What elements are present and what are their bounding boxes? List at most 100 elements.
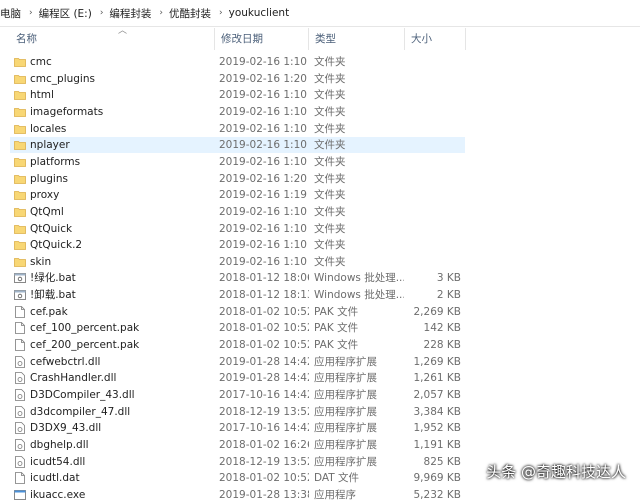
file-row[interactable]: plugins 2019-02-16 1:20 文件夹 bbox=[10, 171, 465, 187]
column-header-size[interactable]: 大小 bbox=[404, 28, 466, 50]
file-type: 文件夹 bbox=[314, 189, 346, 202]
file-row[interactable]: icudtl.dat 2018-01-02 10:52 DAT 文件 9,969 KB bbox=[10, 470, 465, 486]
sort-ascending-icon: ︿ bbox=[118, 26, 128, 36]
file-type: 文件夹 bbox=[314, 105, 346, 118]
file-size bbox=[404, 237, 461, 253]
file-icon bbox=[14, 472, 26, 485]
file-type: 应用程序扩展 bbox=[314, 389, 377, 401]
file-size: 228 KB bbox=[423, 339, 461, 352]
file-name: platforms bbox=[30, 155, 81, 168]
file-name: proxy bbox=[30, 189, 60, 202]
file-name: imageformats bbox=[30, 105, 104, 118]
column-header-name-label: 名称 bbox=[16, 33, 37, 45]
breadcrumb: 电脑 › 编程区 (E:) › 编程封装 › 优酷封装 › youkuclient bbox=[0, 0, 640, 27]
file-row[interactable]: skin 2019-02-16 1:10 文件夹 bbox=[10, 254, 465, 270]
file-row[interactable]: QtQuick 2019-02-16 1:10 文件夹 bbox=[10, 221, 465, 237]
file-date: 2019-02-16 1:10 bbox=[219, 105, 307, 118]
file-size: 3 KB bbox=[436, 272, 461, 285]
file-row[interactable]: QtQuick.2 2019-02-16 1:10 文件夹 bbox=[10, 237, 465, 253]
column-header-name[interactable]: 名称 ︿ bbox=[10, 26, 214, 50]
file-row[interactable]: D3DCompiler_43.dll 2017-10-16 14:42 应用程序扩展… bbox=[10, 387, 465, 403]
folder-icon bbox=[14, 189, 26, 201]
folder-icon bbox=[14, 239, 26, 251]
breadcrumb-item[interactable]: 编程封装 bbox=[109, 6, 153, 21]
file-name: plugins bbox=[30, 172, 68, 185]
watermark: 头条 @奇趣科技达人 bbox=[486, 463, 626, 481]
dll-file-icon bbox=[14, 422, 26, 435]
file-row[interactable]: !绿化.bat 2018-01-12 18:06 Windows 批处理... 3 K… bbox=[10, 270, 465, 286]
file-date: 2019-02-16 1:20 bbox=[219, 172, 307, 185]
file-name: cmc_plugins bbox=[30, 72, 95, 85]
file-type: 应用程序扩展 bbox=[314, 455, 377, 468]
breadcrumb-item[interactable]: 优酷封装 bbox=[169, 6, 213, 21]
file-date: 2018-01-02 10:52 bbox=[219, 305, 309, 318]
file-date: 2019-02-16 1:10 bbox=[219, 255, 307, 268]
folder-icon bbox=[14, 73, 26, 85]
file-row[interactable]: icudt54.dll 2018-12-19 13:52 应用程序扩展 825 KB bbox=[10, 454, 465, 470]
file-row[interactable]: platforms 2019-02-16 1:10 文件夹 bbox=[10, 154, 465, 170]
file-size: 2 KB bbox=[436, 289, 461, 302]
file-name: D3DX9_43.dll bbox=[30, 422, 102, 435]
breadcrumb-item[interactable]: 电脑 bbox=[0, 6, 23, 21]
file-size: 825 KB bbox=[423, 455, 461, 468]
file-name: ikuacc.exe bbox=[30, 488, 86, 501]
chevron-right-icon[interactable]: › bbox=[23, 8, 39, 18]
file-name: D3DCompiler_43.dll bbox=[30, 389, 135, 401]
file-row[interactable]: cmc_plugins 2019-02-16 1:20 文件夹 bbox=[10, 71, 465, 87]
file-row[interactable]: html 2019-02-16 1:10 文件夹 bbox=[10, 87, 465, 103]
file-row[interactable]: imageformats 2019-02-16 1:10 文件夹 bbox=[10, 104, 465, 120]
file-size bbox=[404, 154, 461, 170]
file-size bbox=[404, 87, 461, 103]
file-type: 文件夹 bbox=[314, 239, 346, 252]
file-name: CrashHandler.dll bbox=[30, 372, 117, 385]
column-header-type[interactable]: 类型 bbox=[308, 28, 404, 50]
column-header-row: 名称 ︿ 修改日期 类型 大小 bbox=[0, 26, 640, 50]
file-size bbox=[404, 254, 461, 270]
file-row[interactable]: cef.pak 2018-01-02 10:52 PAK 文件 2,269 KB bbox=[10, 304, 465, 320]
folder-icon bbox=[14, 223, 26, 235]
breadcrumb-item[interactable]: youkuclient bbox=[229, 7, 292, 19]
file-size bbox=[404, 121, 461, 137]
file-date: 2018-12-19 13:52 bbox=[219, 405, 309, 418]
file-type: PAK 文件 bbox=[314, 339, 359, 352]
file-row[interactable]: proxy 2019-02-16 1:19 文件夹 bbox=[10, 187, 465, 203]
file-row[interactable]: QtQml 2019-02-16 1:10 文件夹 bbox=[10, 204, 465, 220]
folder-icon bbox=[14, 156, 26, 168]
file-date: 2019-01-28 14:42 bbox=[219, 355, 309, 368]
file-date: 2018-01-02 10:52 bbox=[219, 322, 309, 335]
file-size: 142 KB bbox=[423, 322, 461, 335]
file-row[interactable]: cef_100_percent.pak 2018-01-02 10:52 PAK 文… bbox=[10, 320, 465, 336]
file-row[interactable]: cefwebctrl.dll 2019-01-28 14:42 应用程序扩展 1,26… bbox=[10, 354, 465, 370]
folder-icon bbox=[14, 173, 26, 185]
file-row[interactable]: dbghelp.dll 2018-01-02 16:26 应用程序扩展 1,191 K… bbox=[10, 437, 465, 453]
file-row[interactable]: nplayer 2019-02-16 1:10 文件夹 bbox=[10, 137, 465, 154]
chevron-right-icon[interactable]: › bbox=[153, 8, 169, 18]
file-name: cef_100_percent.pak bbox=[30, 322, 140, 335]
file-row[interactable]: cef_200_percent.pak 2018-01-02 10:52 PAK 文… bbox=[10, 337, 465, 353]
file-type: Windows 批处理... bbox=[314, 272, 404, 285]
file-name: nplayer bbox=[30, 139, 70, 152]
file-date: 2019-02-16 1:10 bbox=[219, 222, 307, 235]
file-type: 应用程序扩展 bbox=[314, 422, 377, 435]
folder-icon bbox=[14, 206, 26, 218]
file-date: 2019-02-16 1:10 bbox=[219, 205, 307, 218]
dll-file-icon bbox=[14, 372, 26, 385]
file-date: 2018-01-02 16:26 bbox=[219, 438, 309, 451]
file-size bbox=[404, 171, 461, 187]
file-row[interactable]: d3dcompiler_47.dll 2018-12-19 13:52 应用程序扩展… bbox=[10, 404, 465, 420]
file-row[interactable]: CrashHandler.dll 2019-01-28 14:42 应用程序扩展 1,… bbox=[10, 370, 465, 386]
file-type: 文件夹 bbox=[314, 122, 346, 135]
column-header-date[interactable]: 修改日期 bbox=[214, 28, 308, 50]
file-size: 1,261 KB bbox=[413, 372, 462, 385]
file-type: 文件夹 bbox=[314, 89, 346, 102]
file-date: 2019-02-16 1:10 bbox=[219, 139, 307, 152]
chevron-right-icon[interactable]: › bbox=[94, 8, 110, 18]
file-row[interactable]: ikuacc.exe 2019-01-28 13:38 应用程序 5,232 KB bbox=[10, 487, 465, 503]
file-date: 2019-02-16 1:10 bbox=[219, 56, 307, 68]
chevron-right-icon[interactable]: › bbox=[213, 8, 229, 18]
breadcrumb-item[interactable]: 编程区 (E:) bbox=[39, 6, 94, 21]
file-row[interactable]: D3DX9_43.dll 2017-10-16 14:42 应用程序扩展 1,952 … bbox=[10, 420, 465, 436]
file-row[interactable]: cmc 2019-02-16 1:10 文件夹 bbox=[10, 54, 465, 70]
file-row[interactable]: !卸载.bat 2018-01-12 18:13 Windows 批处理... 2 K… bbox=[10, 287, 465, 303]
file-row[interactable]: locales 2019-02-16 1:10 文件夹 bbox=[10, 121, 465, 137]
